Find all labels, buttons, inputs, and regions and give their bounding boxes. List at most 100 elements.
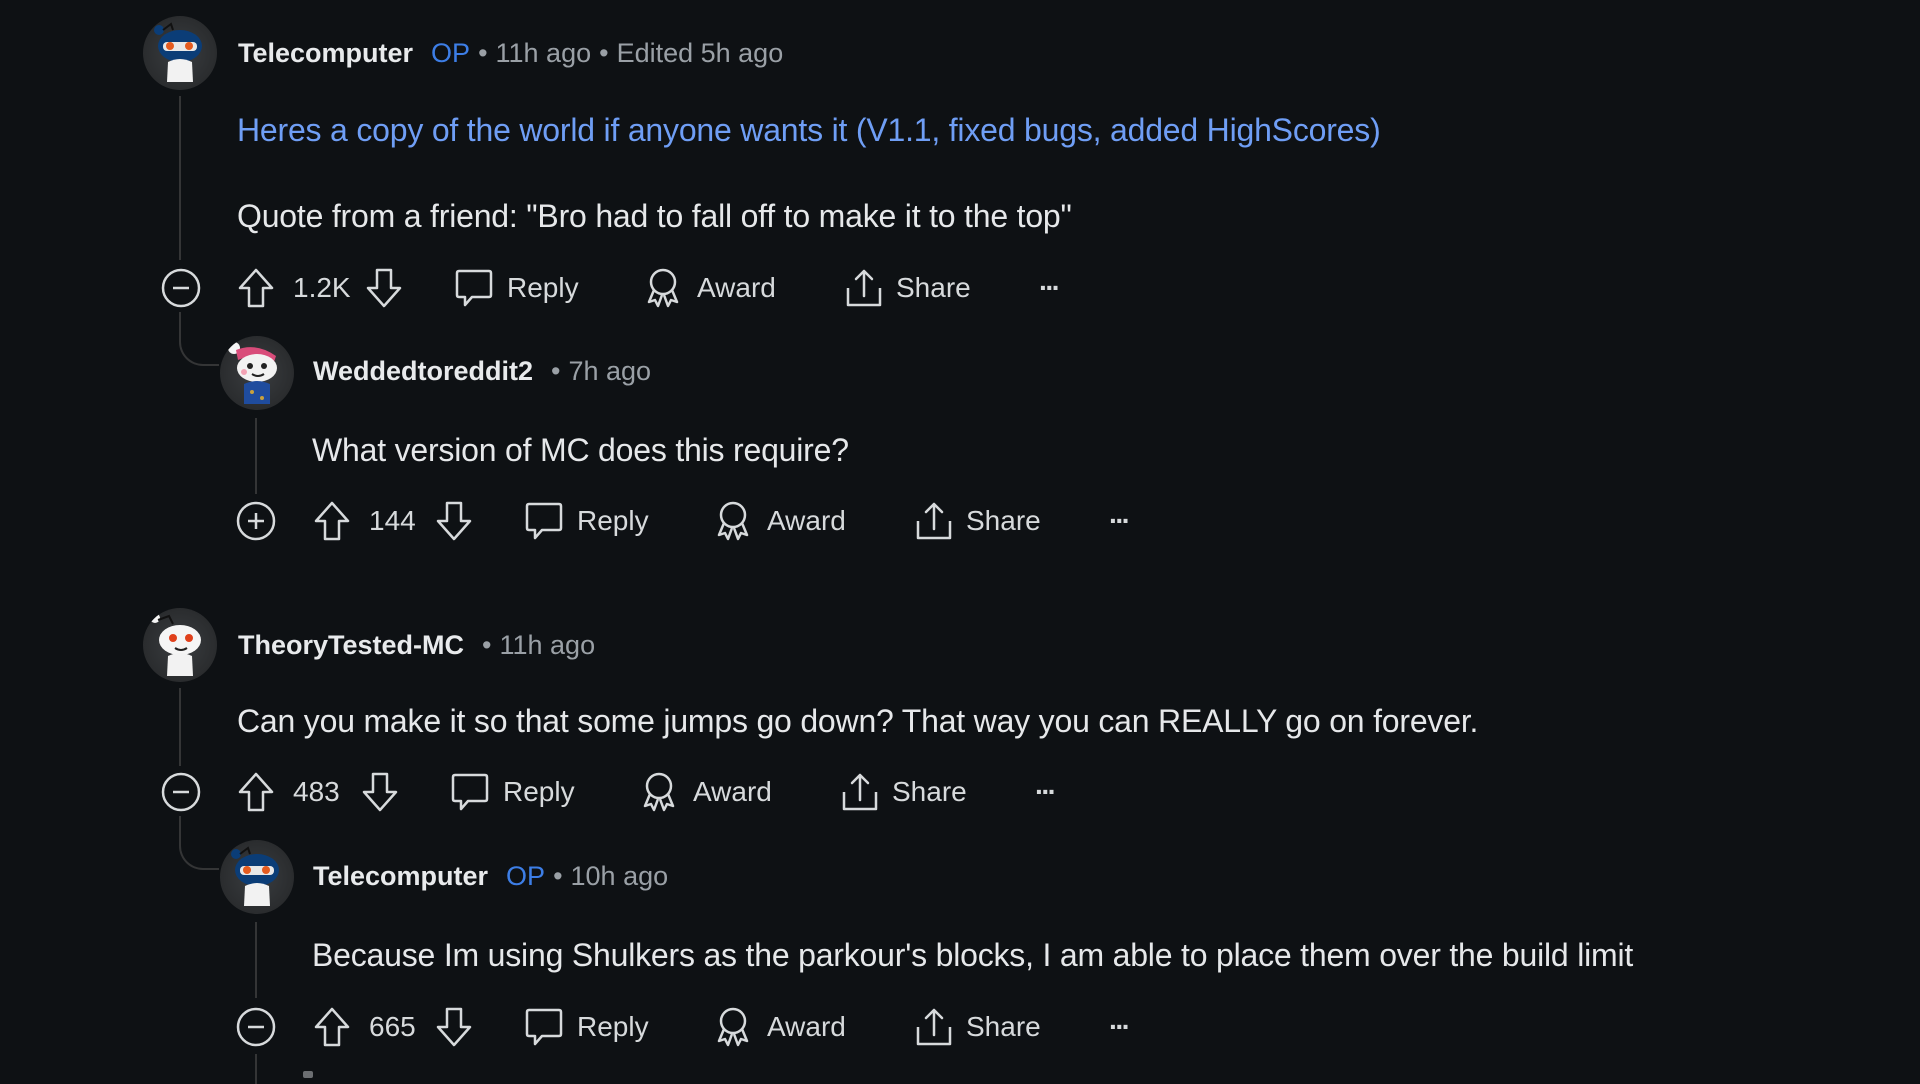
reply-button[interactable]: Reply (454, 264, 579, 312)
reply-button[interactable]: Reply (450, 768, 575, 816)
share-label: Share (896, 272, 971, 303)
downvote-arrow-icon (362, 772, 398, 812)
separator-dot: • (551, 356, 561, 386)
award-label: Award (693, 776, 772, 807)
share-button[interactable]: Share (914, 497, 1041, 545)
snoo-default-avatar-icon (150, 613, 201, 676)
expand-button[interactable] (235, 497, 277, 545)
share-icon (842, 773, 878, 811)
award-icon (717, 501, 749, 541)
share-icon (846, 269, 882, 307)
snoo-ninja-avatar-icon (154, 22, 202, 82)
reply-button[interactable]: Reply (524, 1003, 649, 1051)
upvote-button[interactable] (237, 768, 275, 816)
separator-dot: • (478, 38, 488, 68)
award-button[interactable]: Award (713, 497, 846, 545)
avatar[interactable] (143, 16, 217, 90)
collapse-button[interactable] (235, 1003, 277, 1051)
award-button[interactable]: Award (639, 768, 772, 816)
op-badge: OP (431, 38, 471, 68)
more-options-button[interactable]: ··· (1109, 1003, 1131, 1051)
comment-actions: 144 Reply Award Share ··· (232, 497, 1332, 545)
comment-bubble-icon (525, 502, 563, 540)
more-options-button[interactable]: ··· (1039, 264, 1061, 312)
collapse-button[interactable] (160, 264, 202, 312)
upvote-arrow-icon (238, 772, 274, 812)
username[interactable]: Telecomputer (313, 861, 488, 892)
more-icon: ··· (1035, 776, 1057, 807)
share-button[interactable]: Share (844, 264, 971, 312)
comment-meta: Telecomputer OP • 10h ago (313, 861, 668, 892)
more-icon: ··· (1039, 272, 1061, 303)
timestamp[interactable]: 11h ago (496, 38, 592, 69)
upvote-button[interactable] (313, 497, 351, 545)
comment-text: Quote from a friend: "Bro had to fall of… (237, 198, 1072, 234)
reply-label: Reply (507, 272, 579, 303)
reply-label: Reply (577, 1011, 649, 1042)
reply-button[interactable]: Reply (524, 497, 649, 545)
upvote-button[interactable] (237, 264, 275, 312)
reply-label: Reply (577, 505, 649, 536)
username[interactable]: TheoryTested-MC (238, 630, 464, 661)
award-icon (643, 772, 675, 812)
upvote-button[interactable] (313, 1003, 351, 1051)
username[interactable]: Telecomputer (238, 38, 413, 69)
award-icon (647, 268, 679, 308)
downvote-button[interactable] (435, 1003, 473, 1051)
thread-line[interactable] (255, 922, 257, 998)
downvote-button[interactable] (361, 768, 399, 816)
more-icon: ··· (1109, 505, 1131, 536)
timestamp[interactable]: 11h ago (499, 630, 595, 661)
reply-label: Reply (503, 776, 575, 807)
plus-circle-icon (236, 501, 276, 541)
award-label: Award (767, 505, 846, 536)
minus-circle-icon (161, 268, 201, 308)
comment-text: Because Im using Shulkers as the parkour… (312, 937, 1634, 973)
thread-elbow (179, 312, 219, 366)
avatar[interactable] (143, 608, 217, 682)
next-comment-avatar-partial (303, 1071, 313, 1078)
snoo-ninja-avatar-icon (231, 846, 279, 906)
username[interactable]: Weddedtoreddit2 (313, 356, 533, 387)
op-badge: OP (506, 861, 546, 891)
thread-line[interactable] (255, 418, 257, 494)
award-button[interactable]: Award (643, 264, 776, 312)
share-button[interactable]: Share (840, 768, 967, 816)
award-button[interactable]: Award (713, 1003, 846, 1051)
timestamp[interactable]: 10h ago (571, 861, 669, 892)
separator-dot: • (599, 38, 609, 68)
avatar[interactable] (220, 840, 294, 914)
separator-dot: • (482, 630, 492, 660)
timestamp[interactable]: 7h ago (568, 356, 651, 387)
vote-count: 144 (369, 505, 416, 536)
comment-actions: 1.2K Reply Award Share ··· (156, 264, 1256, 312)
thread-line[interactable] (255, 1054, 257, 1084)
collapse-button[interactable] (160, 768, 202, 816)
avatar[interactable] (220, 336, 294, 410)
award-label: Award (767, 1011, 846, 1042)
minus-circle-icon (236, 1007, 276, 1047)
edited-timestamp: Edited 5h ago (616, 38, 784, 68)
more-options-button[interactable]: ··· (1109, 497, 1131, 545)
comment-meta: Telecomputer OP • 11h ago • Edited 5h ag… (238, 38, 783, 69)
upvote-arrow-icon (238, 268, 274, 308)
comment-meta: Weddedtoreddit2 • 7h ago (313, 356, 651, 387)
upvote-arrow-icon (314, 1007, 350, 1047)
downvote-arrow-icon (436, 1007, 472, 1047)
downvote-button[interactable] (365, 264, 403, 312)
comment-bubble-icon (455, 269, 493, 307)
minus-circle-icon (161, 772, 201, 812)
comment-link[interactable]: Heres a copy of the world if anyone want… (237, 112, 1381, 149)
more-options-button[interactable]: ··· (1035, 768, 1057, 816)
vote-count: 1.2K (293, 272, 351, 303)
more-icon: ··· (1109, 1011, 1131, 1042)
thread-line[interactable] (179, 688, 181, 766)
share-button[interactable]: Share (914, 1003, 1041, 1051)
downvote-button[interactable] (435, 497, 473, 545)
award-icon (717, 1007, 749, 1047)
award-label: Award (697, 272, 776, 303)
thread-line[interactable] (179, 96, 181, 260)
thread-elbow (179, 816, 219, 870)
upvote-arrow-icon (314, 501, 350, 541)
vote-count: 665 (369, 1011, 416, 1042)
